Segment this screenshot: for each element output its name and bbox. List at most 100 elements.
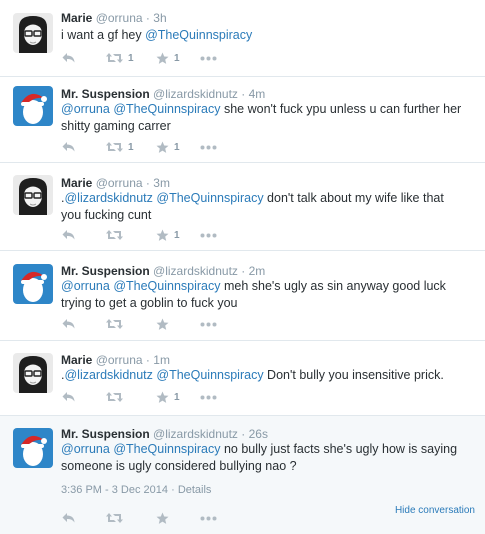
reply-icon <box>62 141 75 153</box>
author-handle[interactable]: @orruna <box>96 353 143 367</box>
meta-separator: · <box>145 353 150 367</box>
meta-separator: · <box>241 264 246 278</box>
details-link[interactable]: Details <box>178 484 212 496</box>
reply-icon <box>62 391 75 403</box>
favorite-button[interactable]: 1 <box>156 389 180 405</box>
tweet[interactable]: Mr. Suspension @lizardskidnutz · 4m @orr… <box>0 77 485 163</box>
timestamp-text[interactable]: 3:36 PM - 3 Dec 2014 <box>61 484 168 496</box>
favorite-button[interactable]: 1 <box>156 139 180 155</box>
tweet-text-segment: i want a gf hey <box>61 28 146 42</box>
more-button[interactable] <box>200 227 217 243</box>
retweet-count[interactable]: 1 <box>128 53 134 64</box>
mention-link[interactable]: @TheQuinnspiracy <box>156 191 263 205</box>
favorite-button[interactable] <box>156 510 174 526</box>
favorite-count[interactable]: 1 <box>174 392 180 403</box>
author-handle[interactable]: @lizardskidnutz <box>153 427 238 441</box>
tweet-text: .@lizardskidnutz @TheQuinnspiracy don't … <box>61 190 466 224</box>
mention-link[interactable]: @orruna <box>61 102 110 116</box>
author-name[interactable]: Mr. Suspension <box>61 87 150 101</box>
tweet-time[interactable]: 3h <box>153 11 166 25</box>
mention-link[interactable]: @lizardskidnutz <box>64 368 152 382</box>
more-icon <box>200 395 217 400</box>
favorite-count[interactable]: 1 <box>174 142 180 153</box>
tweet-time[interactable]: 26s <box>249 427 268 441</box>
favorite-button[interactable] <box>156 316 174 332</box>
more-icon <box>200 516 217 521</box>
mention-link[interactable]: @lizardskidnutz <box>64 191 152 205</box>
author-name[interactable]: Marie <box>61 11 92 25</box>
author-handle[interactable]: @orruna <box>96 11 143 25</box>
expanded-tweet[interactable]: Mr. Suspension @lizardskidnutz · 26s @or… <box>0 416 485 534</box>
retweet-icon <box>106 512 123 524</box>
favorite-icon <box>156 229 169 242</box>
reply-button[interactable] <box>62 316 75 332</box>
mention-link[interactable]: @TheQuinnspiracy <box>113 442 220 456</box>
avatar-marie[interactable] <box>13 13 53 53</box>
tweet-time[interactable]: 3m <box>153 176 170 190</box>
tweet-header: Marie @orruna · 3m <box>61 176 170 190</box>
author-name[interactable]: Marie <box>61 353 92 367</box>
reply-button[interactable] <box>62 510 75 526</box>
tweet[interactable]: Marie @orruna · 3m .@lizardskidnutz @The… <box>0 163 485 251</box>
hide-conversation-link[interactable]: Hide conversation <box>395 505 475 516</box>
mention-link[interactable]: @TheQuinnspiracy <box>156 368 263 382</box>
favorite-icon <box>156 141 169 154</box>
more-button[interactable] <box>200 139 217 155</box>
retweet-button[interactable] <box>106 227 128 243</box>
reply-icon <box>62 318 75 330</box>
reply-button[interactable] <box>62 389 75 405</box>
tweet-time[interactable]: 4m <box>249 87 266 101</box>
author-name[interactable]: Marie <box>61 176 92 190</box>
mention-link[interactable]: @orruna <box>61 279 110 293</box>
tweet-time[interactable]: 2m <box>249 264 266 278</box>
more-button[interactable] <box>200 389 217 405</box>
author-handle[interactable]: @lizardskidnutz <box>153 87 238 101</box>
retweet-button[interactable]: 1 <box>106 50 134 66</box>
reply-button[interactable] <box>62 139 75 155</box>
more-button[interactable] <box>200 50 217 66</box>
retweet-icon <box>106 52 123 64</box>
favorite-button[interactable]: 1 <box>156 227 180 243</box>
favorite-icon <box>156 52 169 65</box>
mention-link[interactable]: @TheQuinnspiracy <box>113 102 220 116</box>
more-icon <box>200 145 217 150</box>
avatar-mr-suspension[interactable] <box>13 86 53 126</box>
retweet-button[interactable]: 1 <box>106 139 134 155</box>
favorite-icon <box>156 391 169 404</box>
mention-link[interactable]: @TheQuinnspiracy <box>113 279 220 293</box>
favorite-icon <box>156 512 169 525</box>
author-name[interactable]: Mr. Suspension <box>61 427 150 441</box>
tweet-header: Mr. Suspension @lizardskidnutz · 26s <box>61 427 268 441</box>
more-icon <box>200 322 217 327</box>
retweet-button[interactable] <box>106 316 128 332</box>
tweet[interactable]: Marie @orruna · 3h i want a gf hey @TheQ… <box>0 0 485 77</box>
avatar-marie[interactable] <box>13 353 53 393</box>
author-handle[interactable]: @orruna <box>96 176 143 190</box>
reply-button[interactable] <box>62 50 75 66</box>
avatar-mr-suspension[interactable] <box>13 428 53 468</box>
retweet-icon <box>106 229 123 241</box>
reply-button[interactable] <box>62 227 75 243</box>
tweet-text: @orruna @TheQuinnspiracy no bully just f… <box>61 441 466 475</box>
retweet-icon <box>106 318 123 330</box>
favorite-button[interactable]: 1 <box>156 50 180 66</box>
author-name[interactable]: Mr. Suspension <box>61 264 150 278</box>
tweet[interactable]: Mr. Suspension @lizardskidnutz · 2m @orr… <box>0 251 485 341</box>
avatar-marie[interactable] <box>13 175 53 215</box>
retweet-count[interactable]: 1 <box>128 142 134 153</box>
meta-separator: · <box>241 87 246 101</box>
favorite-icon <box>156 318 169 331</box>
mention-link[interactable]: @orruna <box>61 442 110 456</box>
mention-link[interactable]: @TheQuinnspiracy <box>145 28 252 42</box>
retweet-button[interactable] <box>106 389 128 405</box>
retweet-button[interactable] <box>106 510 128 526</box>
tweet-time[interactable]: 1m <box>153 353 170 367</box>
reply-icon <box>62 229 75 241</box>
avatar-mr-suspension[interactable] <box>13 264 53 304</box>
author-handle[interactable]: @lizardskidnutz <box>153 264 238 278</box>
more-button[interactable] <box>200 316 217 332</box>
favorite-count[interactable]: 1 <box>174 230 180 241</box>
more-button[interactable] <box>200 510 217 526</box>
tweet[interactable]: Marie @orruna · 1m .@lizardskidnutz @The… <box>0 341 485 416</box>
favorite-count[interactable]: 1 <box>174 53 180 64</box>
